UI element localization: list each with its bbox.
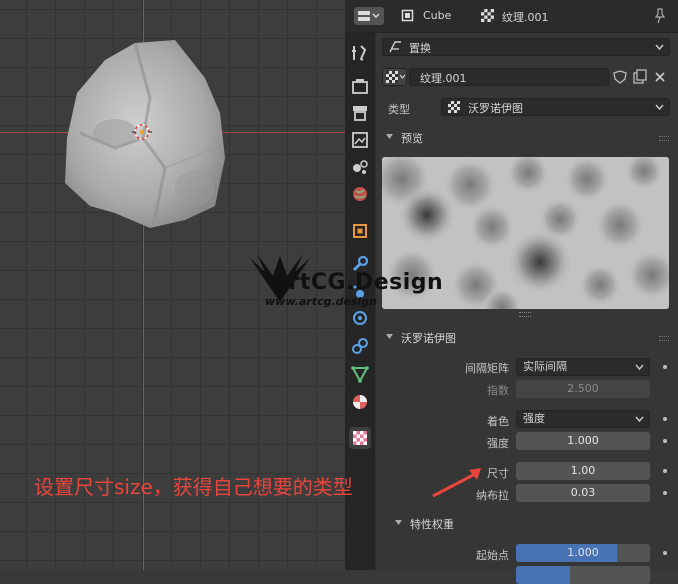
type-label: 类型 xyxy=(388,103,410,116)
weight1-slider[interactable]: 1.000 xyxy=(516,544,650,562)
properties-editor: Cube 纹理.001 置换 纹理.001 类型 沃罗诺伊图 预览 沃罗诺伊图 … xyxy=(345,0,678,584)
intensity-field[interactable]: 1.000 xyxy=(516,432,650,450)
texture-checker-icon xyxy=(386,71,398,83)
properties-header: Cube 纹理.001 xyxy=(345,0,678,33)
object-icon xyxy=(401,9,414,22)
preview-panel-header[interactable]: 预览 xyxy=(379,126,673,148)
feature-weights-panel-header[interactable]: 特性权重 xyxy=(388,512,673,534)
fake-user-shield-icon[interactable] xyxy=(612,69,628,85)
texture-name: 纹理.001 xyxy=(502,11,549,24)
texture-name-value: 纹理.001 xyxy=(420,72,467,85)
modifier-name: 置换 xyxy=(409,42,431,55)
keyframe-dot-icon[interactable] xyxy=(663,491,667,495)
coloring-dropdown[interactable]: 强度 xyxy=(516,410,650,428)
pin-icon[interactable] xyxy=(653,8,667,24)
weight1-label: 起始点 xyxy=(476,549,509,562)
weight1-value: 1.000 xyxy=(567,546,599,559)
preview-resize-handle[interactable] xyxy=(519,312,531,317)
close-icon[interactable] xyxy=(652,69,668,85)
texture-checker-icon xyxy=(448,101,460,113)
object-data-icon[interactable] xyxy=(350,364,370,384)
modifier-wrench-icon[interactable] xyxy=(350,254,370,274)
feature-weights-panel-title: 特性权重 xyxy=(410,518,454,531)
distance-metric-label: 间隔矩阵 xyxy=(465,362,509,375)
expand-triangle-icon xyxy=(386,334,393,339)
chevron-down-icon xyxy=(655,44,664,51)
nabla-field[interactable]: 0.03 xyxy=(516,484,650,502)
coloring-value: 强度 xyxy=(523,412,545,425)
material-icon[interactable] xyxy=(350,392,370,412)
chevron-down-icon xyxy=(635,364,644,371)
annotation-arrow-icon xyxy=(432,468,481,498)
3d-cursor-icon[interactable] xyxy=(132,122,152,142)
texture-type-dropdown[interactable]: 沃罗诺伊图 xyxy=(441,98,670,116)
texture-name-field[interactable]: 纹理.001 xyxy=(409,68,609,86)
chevron-down-icon xyxy=(635,416,644,423)
drag-grip-icon[interactable] xyxy=(659,136,669,141)
object-name: Cube xyxy=(423,9,452,22)
keyframe-dot-icon[interactable] xyxy=(663,469,667,473)
tool-icon[interactable] xyxy=(350,43,370,63)
render-icon[interactable] xyxy=(350,76,370,96)
exponent-label: 指数 xyxy=(487,384,509,397)
chevron-down-icon xyxy=(399,74,406,79)
texture-properties-content: 置换 纹理.001 类型 沃罗诺伊图 预览 沃罗诺伊图 间隔矩阵 实际间隔 指数… xyxy=(376,33,678,584)
expand-triangle-icon xyxy=(386,134,393,139)
object-properties-icon xyxy=(353,224,367,238)
voronoi-panel-header[interactable]: 沃罗诺伊图 xyxy=(379,326,673,348)
coloring-label: 着色 xyxy=(487,415,509,428)
preview-panel-title: 预览 xyxy=(401,132,423,145)
voronoi-panel-title: 沃罗诺伊图 xyxy=(401,332,456,345)
distance-metric-value: 实际间隔 xyxy=(523,360,567,373)
editor-type-dropdown[interactable] xyxy=(354,7,384,25)
duplicate-icon[interactable] xyxy=(632,69,648,85)
keyframe-dot-icon[interactable] xyxy=(663,365,667,369)
texture-icon xyxy=(481,9,494,22)
chevron-down-icon xyxy=(655,104,664,111)
physics-icon[interactable] xyxy=(350,308,370,328)
texture-tab[interactable] xyxy=(349,427,371,449)
displace-modifier-icon xyxy=(389,41,401,53)
annotation-text: 设置尺寸size，获得自己想要的类型 xyxy=(34,475,353,499)
expand-triangle-icon xyxy=(395,520,402,525)
weight2-slider-partial[interactable] xyxy=(516,566,650,584)
scene-icon[interactable] xyxy=(350,157,370,177)
particles-icon[interactable] xyxy=(350,282,370,302)
constraints-icon[interactable] xyxy=(350,336,370,356)
modifier-selector[interactable]: 置换 xyxy=(382,38,670,56)
intensity-label: 强度 xyxy=(487,437,509,450)
exponent-field[interactable]: 2.500 xyxy=(516,380,650,398)
distance-metric-dropdown[interactable]: 实际间隔 xyxy=(516,358,650,376)
texture-browse-button[interactable] xyxy=(382,68,407,86)
texture-checker-icon xyxy=(353,431,367,445)
keyframe-dot-icon[interactable] xyxy=(663,551,667,555)
drag-grip-icon[interactable] xyxy=(659,336,669,341)
size-field[interactable]: 1.00 xyxy=(516,462,650,480)
texture-type-value: 沃罗诺伊图 xyxy=(468,102,523,115)
output-icon[interactable] xyxy=(350,103,370,123)
properties-editor-icon xyxy=(358,11,380,21)
voronoi-texture-preview xyxy=(382,157,669,309)
world-icon[interactable] xyxy=(350,184,370,204)
view-layer-icon[interactable] xyxy=(350,130,370,150)
weight2-fill xyxy=(516,566,570,584)
object-tab[interactable] xyxy=(350,221,370,241)
keyframe-dot-icon[interactable] xyxy=(663,417,667,421)
keyframe-dot-icon[interactable] xyxy=(663,439,667,443)
